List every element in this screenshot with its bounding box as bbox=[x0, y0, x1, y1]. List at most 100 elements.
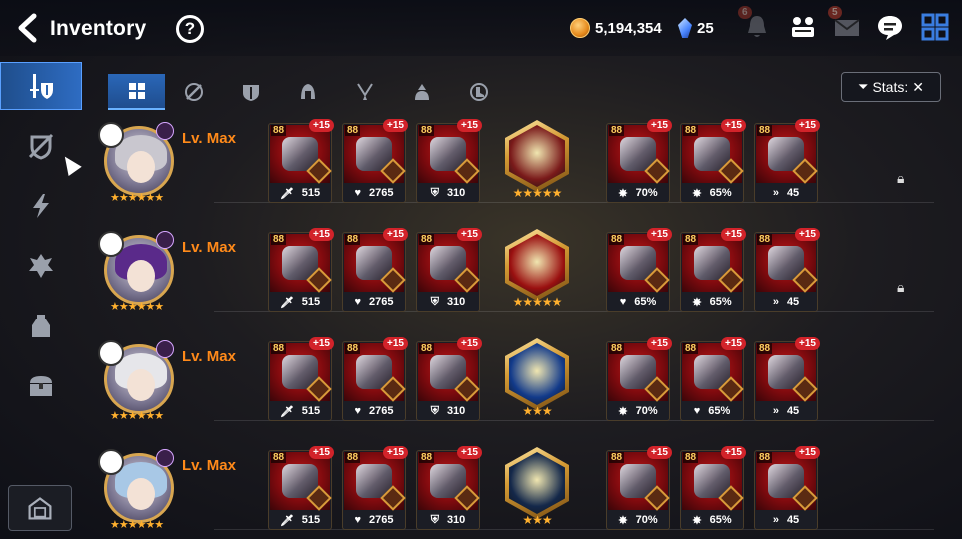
stat-icon: ⛨ bbox=[430, 404, 439, 417]
ring-slot[interactable]: 88 +15 ✸ 65% bbox=[680, 119, 746, 203]
boots-slot[interactable]: 88 +15 » 45 bbox=[754, 119, 820, 203]
enhance-badge: +15 bbox=[383, 119, 408, 132]
helmet-slot[interactable]: 88 +15 ♥ 2765 bbox=[342, 228, 408, 312]
hero-face bbox=[127, 369, 155, 401]
stats-label: Stats: bbox=[872, 79, 909, 95]
back-arrow-icon bbox=[18, 13, 37, 43]
hero-stars: ★★★★★★ bbox=[110, 192, 164, 204]
stat-value: 45 bbox=[786, 405, 800, 417]
ring-slot-icon bbox=[414, 84, 429, 100]
crystal-icon bbox=[678, 18, 692, 38]
stat-icon: ♥ bbox=[354, 187, 362, 199]
enhance-badge: +15 bbox=[383, 228, 408, 241]
helmet-slot[interactable]: 88 +15 ♥ 2765 bbox=[342, 337, 408, 421]
item-level: 88 bbox=[419, 452, 435, 463]
hero-stars: ★★★★★★ bbox=[110, 519, 164, 531]
tab-necklace[interactable] bbox=[336, 74, 393, 110]
artifact-slot[interactable]: ★★★★★ bbox=[502, 229, 572, 309]
necklace-slot[interactable]: 88 +15 ✸ 70% bbox=[606, 337, 672, 421]
crystal-counter: 25 bbox=[678, 18, 714, 38]
enhance-badge: +15 bbox=[795, 446, 820, 459]
tab-ring[interactable] bbox=[393, 74, 450, 110]
enhance-badge: +15 bbox=[647, 228, 672, 241]
weapon-slot[interactable]: 88 +15 🗡 515 bbox=[268, 446, 334, 530]
stats-filter-button[interactable]: ⏷ Stats: ✕ bbox=[841, 72, 941, 102]
armor-slot[interactable]: 88 +15 ⛨ 310 bbox=[416, 337, 482, 421]
stat-icon: ✸ bbox=[618, 405, 628, 418]
artifact-slot[interactable]: ★★★ bbox=[502, 447, 572, 527]
stat-icon: ⛨ bbox=[430, 186, 439, 199]
boots-slot[interactable]: 88 +15 » 45 bbox=[754, 337, 820, 421]
tab-all[interactable] bbox=[108, 74, 165, 110]
main-stat: ✸ 65% bbox=[681, 184, 743, 202]
menu-grid-button[interactable] bbox=[920, 12, 950, 42]
hero-face bbox=[127, 151, 155, 183]
enhance-badge: +15 bbox=[721, 119, 746, 132]
ring-slot[interactable]: 88 +15 ♥ 65% bbox=[680, 337, 746, 421]
weapon-slot[interactable]: 88 +15 🗡 515 bbox=[268, 228, 334, 312]
weapon-slot[interactable]: 88 +15 🗡 515 bbox=[268, 119, 334, 203]
armor-slot[interactable]: 88 +15 ⛨ 310 bbox=[416, 228, 482, 312]
necklace-slot[interactable]: 88 +15 ✸ 70% bbox=[606, 446, 672, 530]
main-stat: ♥ 2765 bbox=[343, 402, 405, 420]
sidebar-equipment-tab[interactable] bbox=[0, 62, 82, 110]
storage-house-icon bbox=[28, 497, 52, 520]
notification-bell-button[interactable]: 6 bbox=[738, 6, 772, 42]
stat-icon: ♥ bbox=[693, 405, 701, 417]
item-level: 88 bbox=[419, 343, 435, 354]
ring-slot[interactable]: 88 +15 ✸ 65% bbox=[680, 446, 746, 530]
ring-slot[interactable]: 88 +15 ✸ 65% bbox=[680, 228, 746, 312]
sidebar-consumables-tab[interactable] bbox=[10, 302, 72, 350]
sidebar-skill-tab[interactable] bbox=[10, 182, 72, 230]
helmet-slot[interactable]: 88 +15 ♥ 2765 bbox=[342, 446, 408, 530]
tab-armor[interactable] bbox=[222, 74, 279, 110]
item-level: 88 bbox=[345, 234, 361, 245]
main-stat: 🗡 515 bbox=[269, 293, 331, 311]
item-level: 88 bbox=[757, 343, 773, 354]
gold-coin-icon bbox=[570, 18, 590, 38]
hero-row: ★★★★★★ Lv. Max 88 +15 🗡 515 88 +15 ♥ 2765 88 +15 ⛨ 31… bbox=[96, 227, 946, 327]
artifact-slot[interactable]: ★★★★★ bbox=[502, 120, 572, 200]
storage-button[interactable] bbox=[8, 485, 72, 531]
friends-button[interactable] bbox=[788, 12, 818, 42]
group-icon bbox=[792, 17, 814, 37]
hero-face bbox=[127, 478, 155, 510]
necklace-slot-icon bbox=[356, 83, 373, 100]
enhance-badge: +15 bbox=[721, 446, 746, 459]
help-button[interactable]: ? bbox=[176, 15, 204, 43]
hero-class-icon bbox=[98, 231, 124, 257]
enhance-badge: +15 bbox=[309, 119, 334, 132]
back-button[interactable] bbox=[14, 13, 40, 43]
hero-level: Lv. Max bbox=[182, 348, 236, 365]
chat-button[interactable] bbox=[875, 12, 905, 42]
stat-value: 310 bbox=[446, 405, 466, 417]
tab-weapon[interactable] bbox=[165, 74, 222, 110]
hero-class-icon bbox=[98, 122, 124, 148]
tab-helmet[interactable] bbox=[279, 74, 336, 110]
sidebar-chest-tab[interactable] bbox=[10, 362, 72, 410]
helmet-slot[interactable]: 88 +15 ♥ 2765 bbox=[342, 119, 408, 203]
main-stat: 🗡 515 bbox=[269, 184, 331, 202]
main-stat: ✸ 65% bbox=[681, 511, 743, 529]
armor-slot[interactable]: 88 +15 ⛨ 310 bbox=[416, 446, 482, 530]
boots-slot[interactable]: 88 +15 » 45 bbox=[754, 446, 820, 530]
artifact-stars: ★★★★★ bbox=[512, 186, 563, 200]
sidebar-materials-tab[interactable] bbox=[10, 242, 72, 290]
stat-value: 65% bbox=[709, 514, 732, 526]
enhance-badge: +15 bbox=[383, 337, 408, 350]
necklace-slot[interactable]: 88 +15 ♥ 65% bbox=[606, 228, 672, 312]
boots-slot[interactable]: 88 +15 » 45 bbox=[754, 228, 820, 312]
hero-class-icon bbox=[98, 449, 124, 475]
tab-boots[interactable] bbox=[450, 74, 507, 110]
weapon-slot[interactable]: 88 +15 🗡 515 bbox=[268, 337, 334, 421]
left-sidebar bbox=[0, 60, 82, 539]
necklace-slot[interactable]: 88 +15 ✸ 70% bbox=[606, 119, 672, 203]
chest-icon bbox=[30, 376, 52, 396]
mail-button[interactable]: 5 bbox=[828, 6, 862, 42]
stat-icon: 🗡 bbox=[279, 296, 294, 309]
enhance-badge: +15 bbox=[795, 119, 820, 132]
stat-value: 2765 bbox=[369, 187, 394, 199]
stat-value: 65% bbox=[709, 187, 732, 199]
artifact-slot[interactable]: ★★★ bbox=[502, 338, 572, 418]
armor-slot[interactable]: 88 +15 ⛨ 310 bbox=[416, 119, 482, 203]
